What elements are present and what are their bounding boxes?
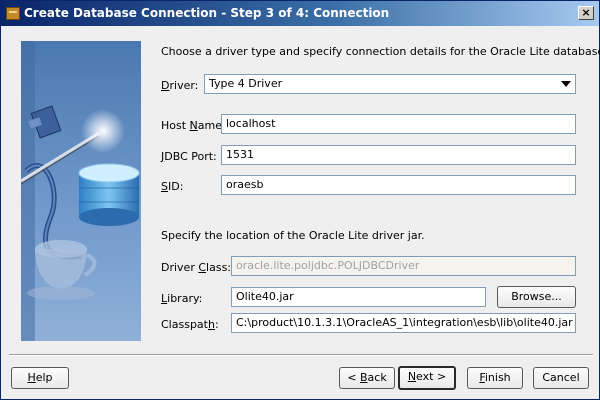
close-button[interactable]: × — [578, 6, 594, 20]
driver-select[interactable]: Type 4 Driver — [204, 74, 576, 94]
title-bar[interactable]: Create Database Connection - Step 3 of 4… — [1, 1, 599, 26]
classpath-input[interactable]: C:\product\10.1.3.1\OracleAS_1\integrati… — [231, 313, 576, 333]
instructions-text: Choose a driver type and specify connect… — [161, 45, 600, 58]
driver-label: Driver: — [161, 79, 199, 92]
library-label: Library: — [161, 292, 203, 305]
browse-button[interactable]: Browse... — [497, 286, 576, 308]
window-title: Create Database Connection - Step 3 of 4… — [24, 6, 390, 20]
back-button[interactable]: < Back — [339, 367, 395, 389]
sid-input[interactable]: oraesb — [221, 175, 576, 195]
sid-label: SID: — [161, 180, 184, 193]
driver-class-input: oracle.lite.poljdbc.POLJDBCDriver — [231, 256, 576, 276]
host-name-input[interactable]: localhost — [221, 114, 576, 134]
classpath-label: Classpath: — [161, 318, 219, 331]
help-button[interactable]: Help — [11, 367, 69, 389]
jdbc-port-input[interactable]: 1531 — [221, 145, 576, 165]
footer-divider — [9, 354, 593, 356]
jar-instructions-text: Specify the location of the Oracle Lite … — [161, 229, 425, 242]
chevron-down-icon[interactable] — [561, 81, 571, 87]
finish-button[interactable]: Finish — [467, 367, 523, 389]
database-connection-illustration — [21, 41, 141, 341]
create-database-connection-dialog: Create Database Connection - Step 3 of 4… — [0, 0, 600, 400]
next-button[interactable]: Next > — [398, 366, 456, 390]
driver-class-label: Driver Class: — [161, 261, 232, 274]
database-wizard-icon — [6, 7, 20, 20]
host-name-label: Host Name: — [161, 119, 226, 132]
cancel-button[interactable]: Cancel — [533, 367, 589, 389]
library-input[interactable]: Olite40.jar — [231, 287, 486, 307]
driver-select-value: Type 4 Driver — [209, 77, 283, 90]
jdbc-port-label: JDBC Port: — [161, 150, 217, 163]
